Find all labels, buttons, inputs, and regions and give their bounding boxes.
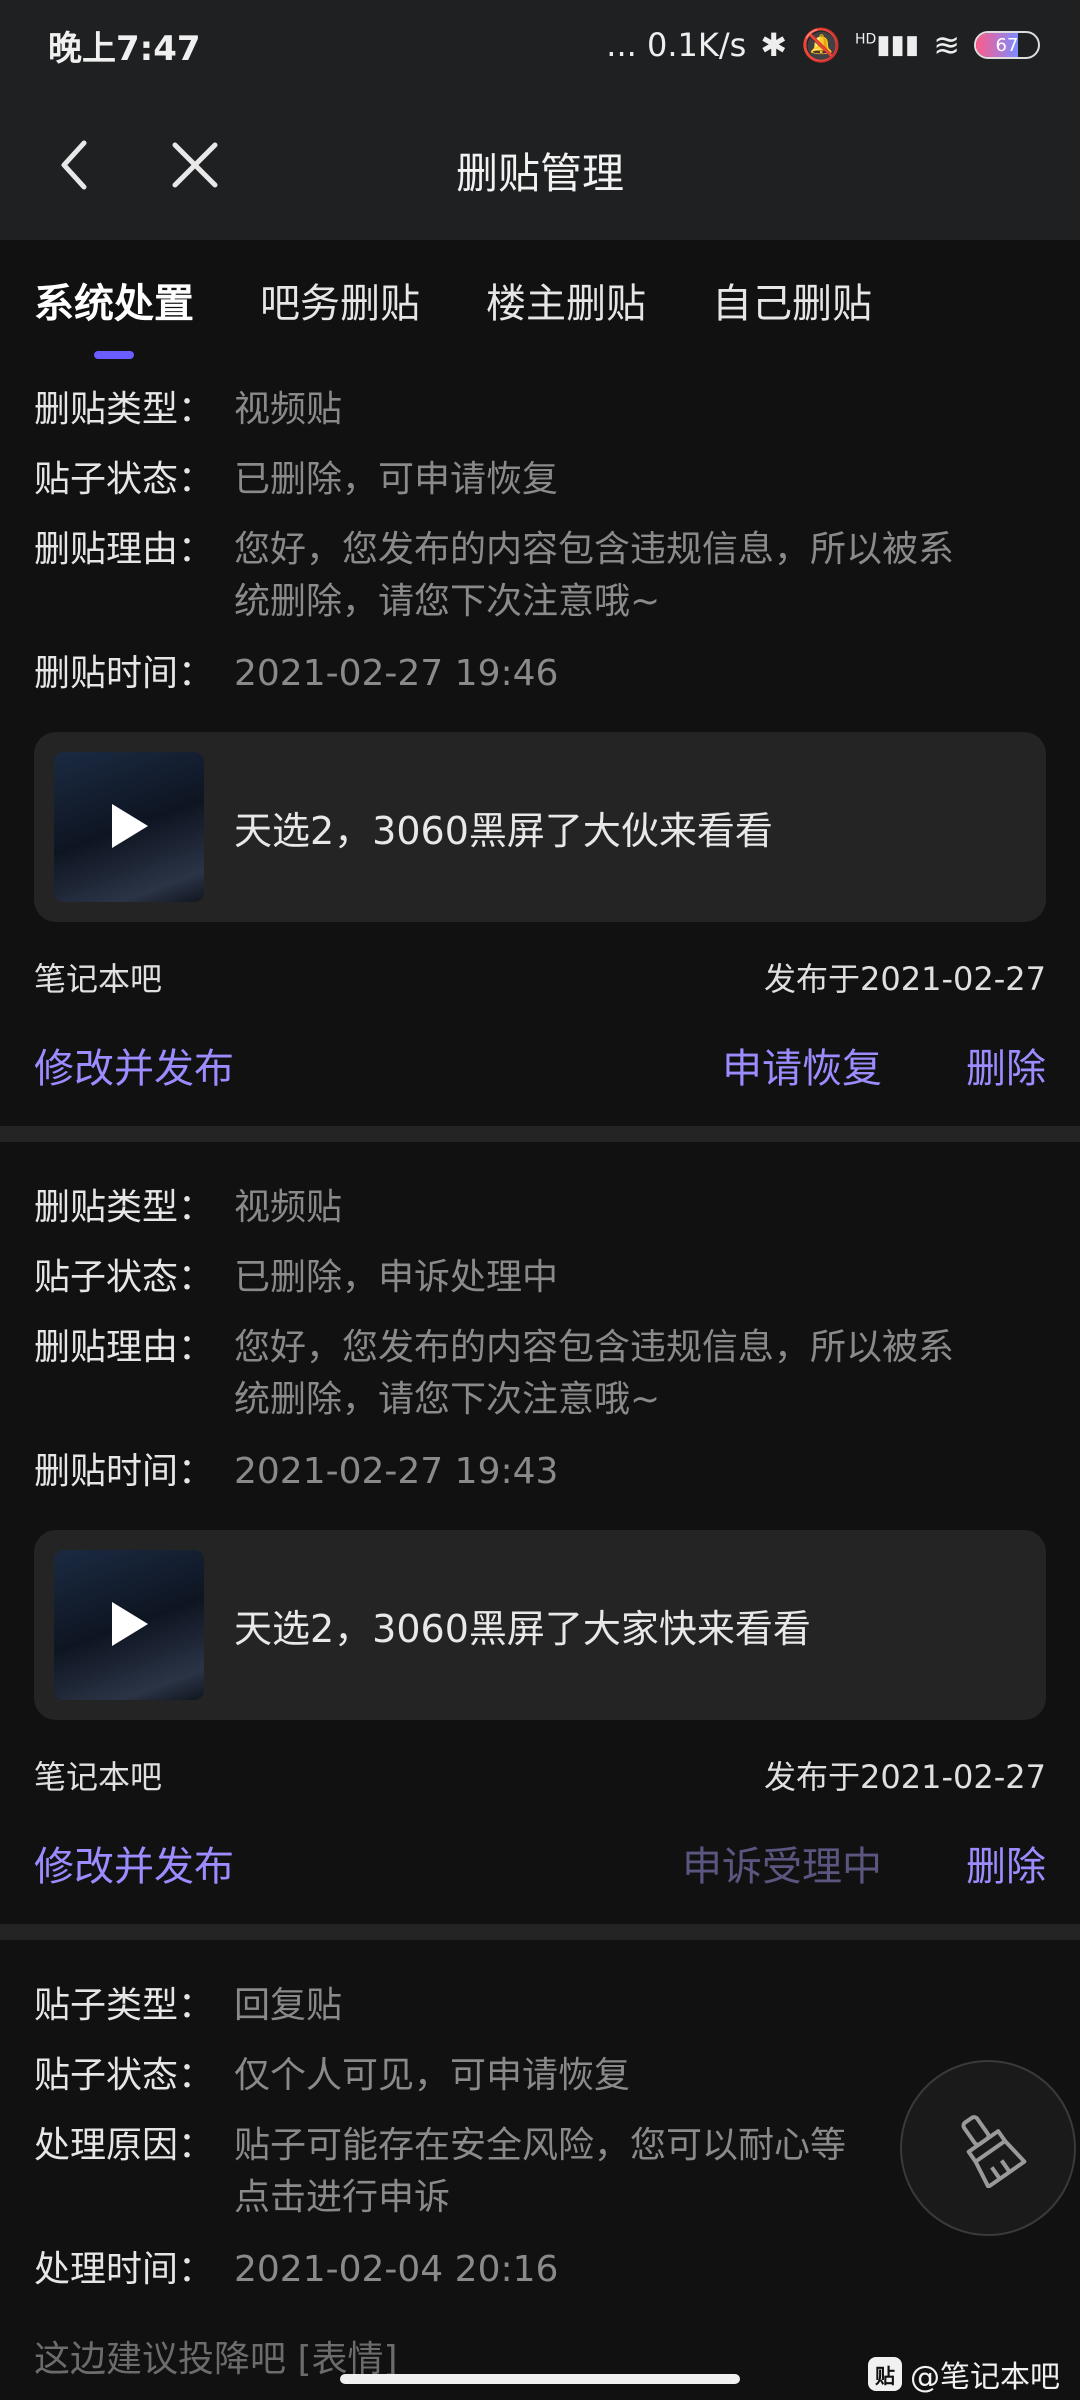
time-row: 删贴时间： 2021-02-27 19:46 xyxy=(34,653,559,694)
signal-icon: HD▮▮▮ xyxy=(854,30,920,60)
status-row: 贴子状态： 已删除，申诉处理中 xyxy=(34,1257,559,1298)
divider xyxy=(0,1126,1080,1142)
reason-row: 删贴理由： 您好，您发布的内容包含违规信息，所以被系 统删除，请您下次注意哦~ xyxy=(34,529,955,622)
time-row: 删贴时间： 2021-02-27 19:43 xyxy=(34,1451,559,1492)
forum-name: 笔记本吧 xyxy=(34,960,163,998)
type-row: 贴子类型： 回复贴 xyxy=(34,1985,343,2026)
delete-button[interactable]: 删除 xyxy=(966,1834,1046,1892)
tieba-logo-icon: 贴 xyxy=(868,2357,902,2391)
app-header: 删贴管理 xyxy=(0,90,1080,240)
action-bar: 修改并发布 申诉受理中 删除 xyxy=(34,1834,1046,1892)
post-title: 天选2，3060黑屏了大伙来看看 xyxy=(234,808,773,853)
status-row: 贴子状态： 已删除，可申请恢复 xyxy=(34,459,559,500)
type-row: 删贴类型： 视频贴 xyxy=(34,1187,343,1228)
forum-name: 笔记本吧 xyxy=(34,1758,163,1796)
video-thumbnail xyxy=(54,752,204,902)
play-icon xyxy=(112,1602,148,1646)
status-time: 晚上7:47 xyxy=(48,28,201,69)
tab-bar: 系统处置 吧务删贴 楼主删贴 自己删贴 xyxy=(0,240,1080,360)
brush-icon xyxy=(961,2115,1027,2188)
battery-icon: 67 xyxy=(974,31,1040,59)
publish-date: 发布于2021-02-27 xyxy=(764,1758,1046,1796)
mute-bell-icon: 🔕 xyxy=(801,26,841,64)
tab-moderator[interactable]: 吧务删贴 xyxy=(260,271,420,329)
divider xyxy=(0,1924,1080,1940)
wifi-icon: ≋ xyxy=(933,26,960,64)
bluetooth-icon: ✱ xyxy=(760,26,788,64)
status-row: 贴子状态： 仅个人可见，可申请恢复 xyxy=(34,2055,631,2096)
appeal-link[interactable]: 点击进行申诉 xyxy=(234,2177,450,2218)
play-icon xyxy=(112,804,148,848)
type-row: 删贴类型： 视频贴 xyxy=(34,389,343,430)
edit-publish-button[interactable]: 修改并发布 xyxy=(34,1834,234,1892)
edit-publish-button[interactable]: 修改并发布 xyxy=(34,1036,234,1094)
publish-date: 发布于2021-02-27 xyxy=(764,960,1046,998)
tab-op[interactable]: 楼主删贴 xyxy=(486,271,646,329)
home-indicator[interactable] xyxy=(340,2374,740,2384)
post-meta: 笔记本吧 发布于2021-02-27 xyxy=(34,954,1046,1000)
reason-row: 处理原因： 贴子可能存在安全风险，您可以耐心等 点击进行申诉 xyxy=(34,2125,847,2218)
reason-row: 删贴理由： 您好，您发布的内容包含违规信息，所以被系 统删除，请您下次注意哦~ xyxy=(34,1327,955,1420)
status-bar: 晚上7:47 ... 0.1K/s ✱ 🔕 HD▮▮▮ ≋ 67 xyxy=(0,0,1080,90)
page-title: 删贴管理 xyxy=(455,149,624,198)
post-preview[interactable]: 天选2，3060黑屏了大家快来看看 xyxy=(34,1530,1046,1720)
tab-self[interactable]: 自己删贴 xyxy=(712,271,872,329)
time-row: 处理时间： 2021-02-04 20:16 xyxy=(34,2249,559,2290)
status-icons: ... 0.1K/s ✱ 🔕 HD▮▮▮ ≋ 67 xyxy=(606,26,1040,64)
delete-button[interactable]: 删除 xyxy=(966,1036,1046,1094)
clean-fab-button[interactable] xyxy=(900,2060,1076,2236)
action-bar: 修改并发布 申请恢复 删除 xyxy=(34,1036,1046,1094)
request-restore-button[interactable]: 申请恢复 xyxy=(722,1036,882,1094)
post-title: 天选2，3060黑屏了大家快来看看 xyxy=(234,1606,811,1651)
tab-system[interactable]: 系统处置 xyxy=(34,271,194,359)
appeal-pending-label: 申诉受理中 xyxy=(682,1844,882,1890)
net-speed: ... 0.1K/s xyxy=(606,26,747,64)
video-thumbnail xyxy=(54,1550,204,1700)
post-meta: 笔记本吧 发布于2021-02-27 xyxy=(34,1752,1046,1798)
post-preview[interactable]: 天选2，3060黑屏了大伙来看看 xyxy=(34,732,1046,922)
watermark: 贴 @笔记本吧 xyxy=(868,2352,1060,2396)
